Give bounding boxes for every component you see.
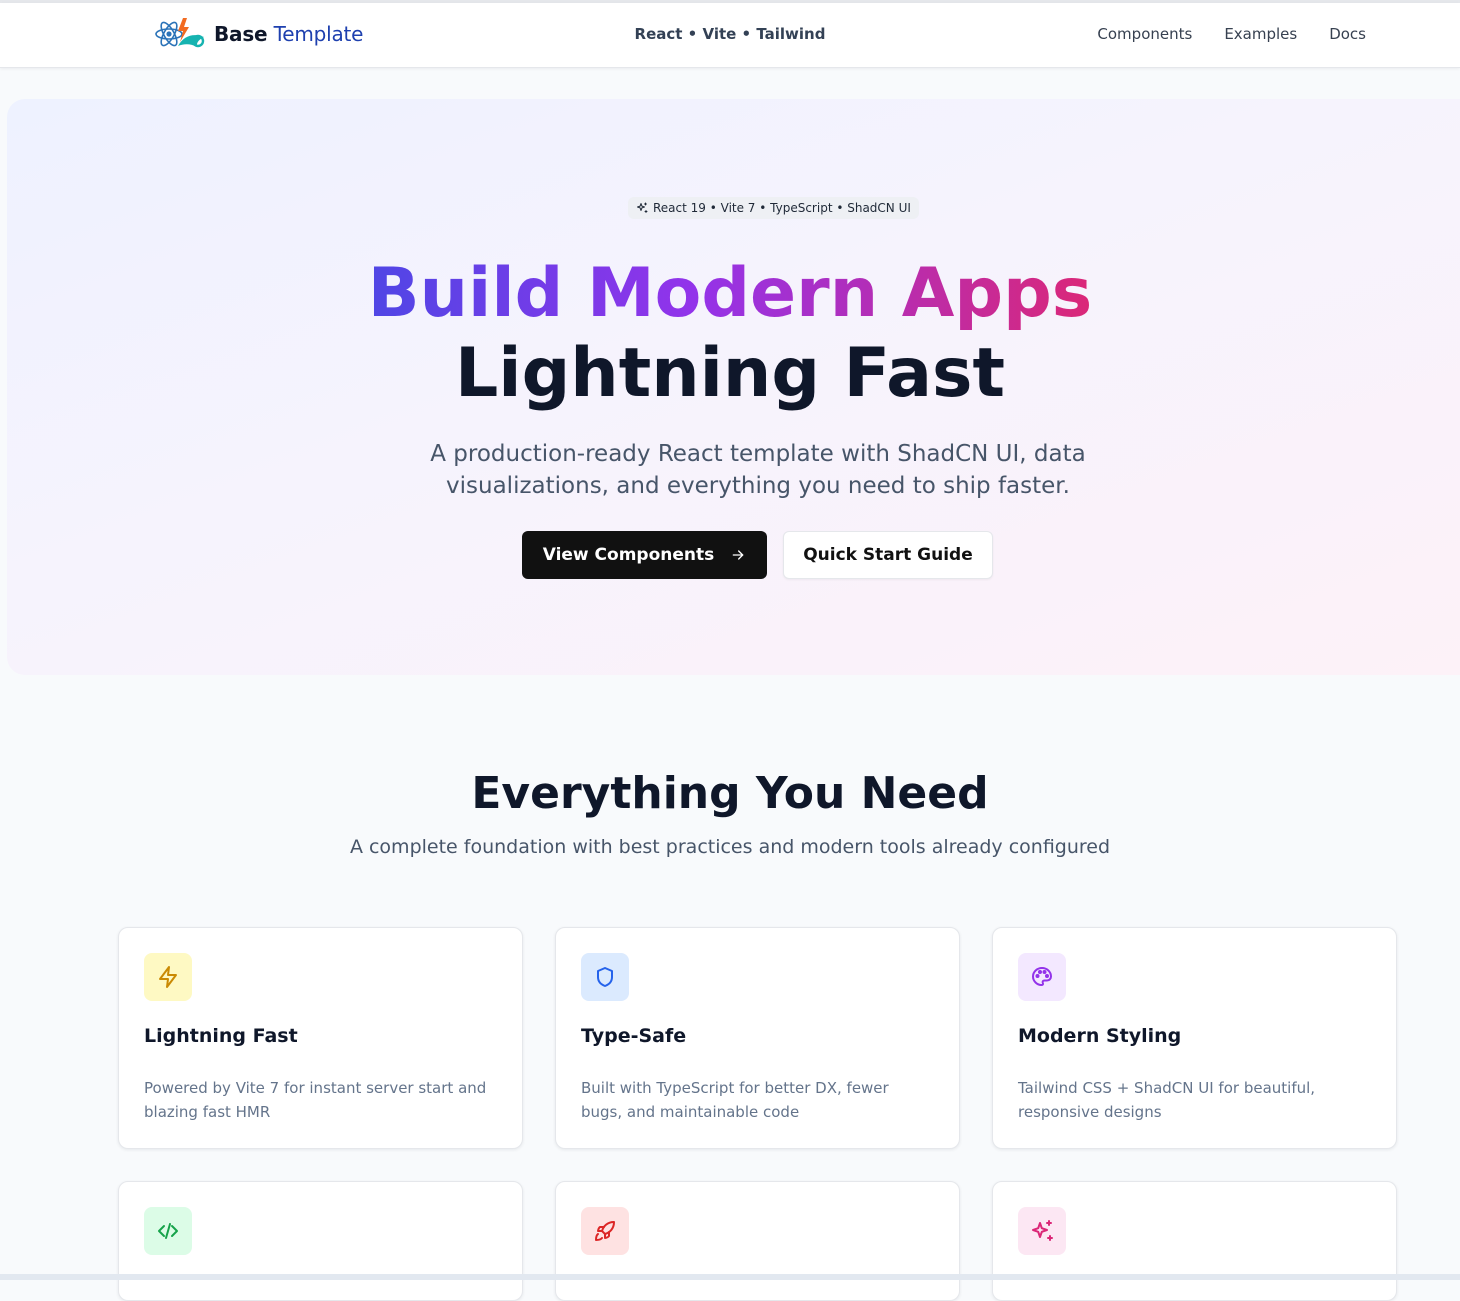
palette-icon xyxy=(1032,967,1052,986)
lightning-icon xyxy=(159,966,177,988)
sparkles-icon xyxy=(637,202,648,213)
feature-icon-box xyxy=(581,953,629,1001)
feature-card-description: Tailwind CSS + ShadCN UI for beautiful, … xyxy=(1018,1079,1316,1121)
feature-icon-box xyxy=(144,953,192,1001)
shield-icon xyxy=(597,967,613,987)
feature-card-modern-styling: Modern Styling Tailwind CSS + ShadCN UI … xyxy=(992,927,1397,1149)
feature-card-code xyxy=(118,1181,523,1301)
quick-start-guide-button[interactable]: Quick Start Guide xyxy=(783,531,993,579)
nav-link-examples[interactable]: Examples xyxy=(1224,25,1297,43)
hero-title: Build Modern Apps Lightning Fast xyxy=(0,252,1460,412)
code-icon xyxy=(158,1223,178,1239)
feature-icon-box xyxy=(581,1207,629,1255)
feature-card-sparkles xyxy=(992,1181,1397,1301)
feature-card-lightning-fast: Lightning Fast Powered by Vite 7 for ins… xyxy=(118,927,523,1149)
nav-link-docs[interactable]: Docs xyxy=(1329,25,1366,43)
tech-badge-text: React 19 • Vite 7 • TypeScript • ShadCN … xyxy=(653,201,911,215)
quick-start-guide-label: Quick Start Guide xyxy=(803,545,973,565)
hero-title-gradient: Build Modern Apps xyxy=(368,252,1092,336)
feature-icon-box xyxy=(1018,953,1066,1001)
view-components-button[interactable]: View Components xyxy=(522,531,767,579)
hero-subtitle: A production-ready React template with S… xyxy=(430,441,1086,499)
features-title: Everything You Need xyxy=(471,768,989,819)
feature-card-rocket xyxy=(555,1181,960,1301)
hero-title-dark: Lightning Fast xyxy=(454,334,1006,413)
feature-icon-box xyxy=(144,1207,192,1255)
view-components-label: View Components xyxy=(542,545,715,565)
feature-card-title: Modern Styling xyxy=(1018,1025,1182,1047)
rocket-icon xyxy=(595,1221,615,1241)
sparkles-icon xyxy=(1032,1220,1053,1241)
feature-card-description: Built with TypeScript for better DX, few… xyxy=(581,1079,889,1121)
features-subtitle: A complete foundation with best practice… xyxy=(349,836,1111,858)
feature-icon-box xyxy=(1018,1207,1066,1255)
viewport-bottom-edge xyxy=(0,1274,1460,1280)
navbar: Base Template React • Vite • Tailwind Co… xyxy=(0,3,1460,68)
feature-card-title: Type-Safe xyxy=(581,1025,687,1047)
feature-card-description: Powered by Vite 7 for instant server sta… xyxy=(144,1079,487,1121)
arrow-right-icon xyxy=(732,550,744,560)
tech-badge: React 19 • Vite 7 • TypeScript • ShadCN … xyxy=(628,197,919,219)
nav-links: Components Examples Docs xyxy=(1097,25,1366,43)
feature-card-type-safe: Type-Safe Built with TypeScript for bett… xyxy=(555,927,960,1149)
nav-link-components[interactable]: Components xyxy=(1097,25,1192,43)
feature-card-title: Lightning Fast xyxy=(144,1025,298,1047)
